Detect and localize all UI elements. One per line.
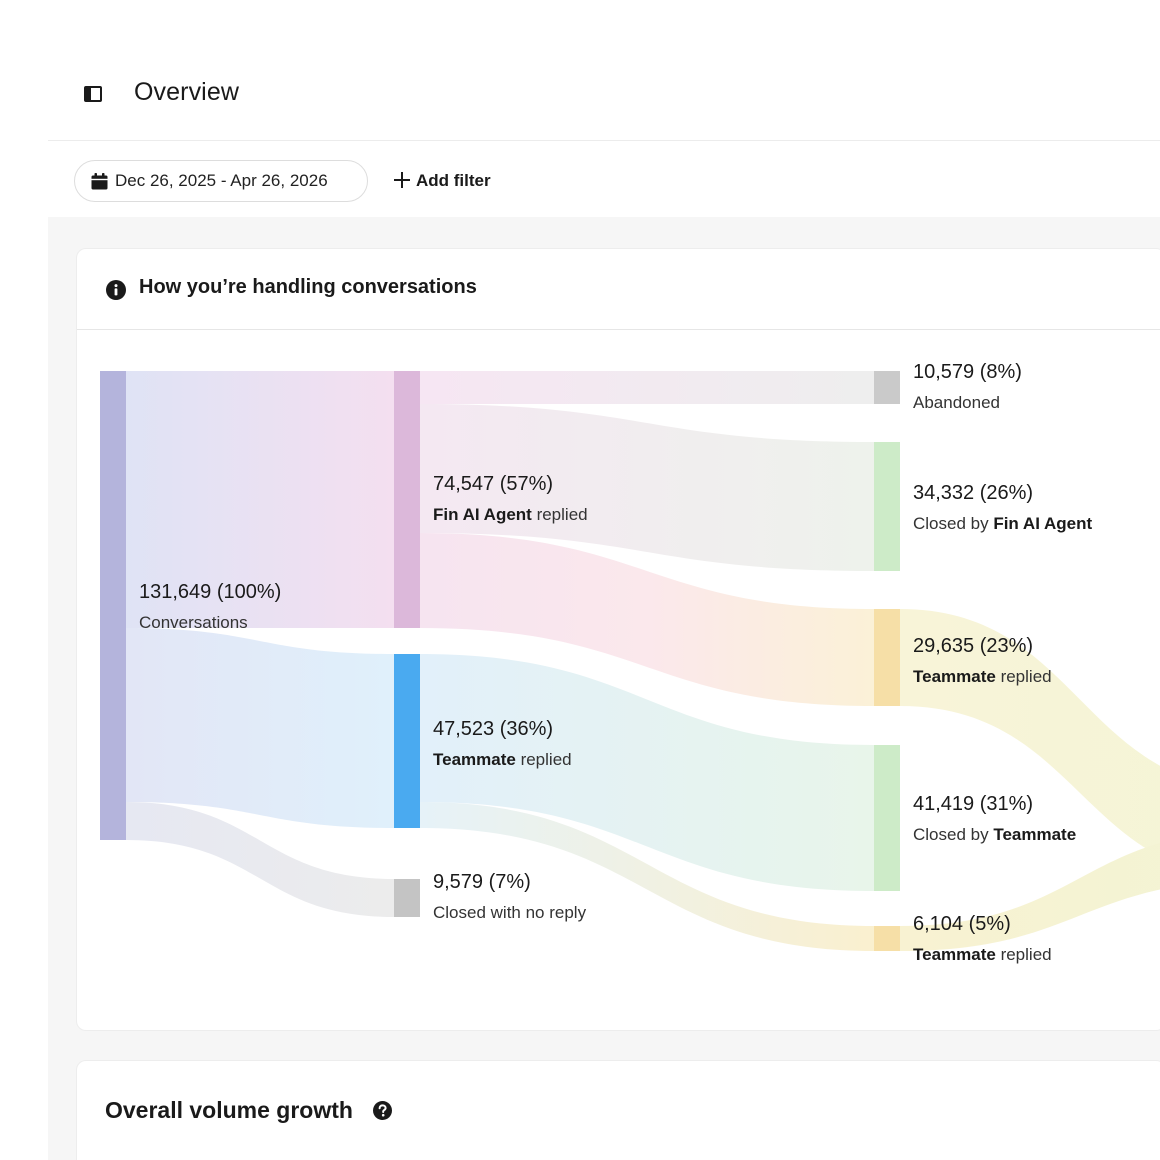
- node-description: Teammate replied: [433, 749, 572, 771]
- node-value: 29,635 (23%): [913, 635, 1034, 657]
- node-description-suffix: Closed with no reply: [433, 903, 587, 922]
- node-value: 47,523 (36%): [433, 718, 554, 740]
- sankey-label-teammate: 47,523 (36%) Teammate replied: [433, 717, 572, 771]
- calendar-icon: [91, 172, 108, 190]
- page-title: Overview: [134, 78, 239, 106]
- node-value: 131,649 (100%): [139, 581, 282, 603]
- node-description-bold: Teammate: [993, 825, 1077, 844]
- node-value: 41,419 (31%): [913, 793, 1034, 815]
- node-description: Closed with no reply: [433, 902, 586, 924]
- node-description-suffix: Conversations: [139, 613, 248, 632]
- date-range-picker[interactable]: Dec 26, 2025 - Apr 26, 2026: [74, 160, 368, 202]
- sankey-node-conversations[interactable]: [100, 371, 126, 840]
- sankey-label-closed_teammate: 41,419 (31%) Closed by Teammate: [913, 792, 1076, 846]
- node-description: Abandoned: [913, 392, 1022, 414]
- add-filter-button[interactable]: Add filter: [394, 168, 491, 194]
- sankey-label-fin: 74,547 (57%) Fin AI Agent replied: [433, 472, 588, 526]
- node-description-bold: Fin AI Agent: [993, 514, 1093, 533]
- sankey-node-fin[interactable]: [394, 371, 420, 628]
- sankey-node-abandoned[interactable]: [874, 371, 900, 404]
- node-description: Closed by Fin AI Agent: [913, 513, 1092, 535]
- node-value: 10,579 (8%): [913, 361, 1022, 383]
- node-description: Closed by Teammate: [913, 824, 1076, 846]
- page-header: Overview: [0, 0, 1160, 140]
- sankey-label-closed_fin: 34,332 (26%) Closed by Fin AI Agent: [913, 481, 1092, 535]
- volume-growth-title: Overall volume growth: [105, 1097, 353, 1123]
- node-description-prefix: Closed by: [913, 514, 994, 533]
- header-divider: [48, 140, 1160, 141]
- sankey-label-conversations: 131,649 (100%) Conversations: [139, 580, 281, 634]
- node-description-bold: Fin AI Agent: [433, 505, 532, 524]
- node-description-suffix: replied: [995, 667, 1052, 686]
- sankey-node-closed_teammate[interactable]: [874, 745, 900, 891]
- node-description: Conversations: [139, 612, 281, 634]
- node-description-prefix: Closed by: [913, 825, 994, 844]
- node-description: Teammate replied: [913, 944, 1052, 966]
- node-value: 34,332 (26%): [913, 482, 1034, 504]
- add-filter-label: Add filter: [416, 171, 491, 190]
- node-description-suffix: Abandoned: [913, 393, 1000, 412]
- sankey-node-teammate_to_teammate[interactable]: [874, 926, 900, 951]
- sankey-label-teammate_to_teammate: 6,104 (5%) Teammate replied: [913, 912, 1052, 966]
- card-header: How you’re handling conversations: [77, 249, 1160, 330]
- node-value: 74,547 (57%): [433, 473, 554, 495]
- sankey-node-noreply[interactable]: [394, 879, 420, 917]
- sankey-label-abandoned: 10,579 (8%) Abandoned: [913, 360, 1022, 414]
- sidebar-toggle-icon[interactable]: [84, 86, 102, 102]
- node-description-bold: Teammate: [913, 667, 996, 686]
- card-title: How you’re handling conversations: [139, 276, 477, 298]
- sankey-node-fin_to_teammate[interactable]: [874, 609, 900, 706]
- help-icon[interactable]: [373, 1101, 392, 1120]
- sankey-label-fin_to_teammate: 29,635 (23%) Teammate replied: [913, 634, 1052, 688]
- sankey-node-teammate[interactable]: [394, 654, 420, 828]
- node-description: Teammate replied: [913, 666, 1052, 688]
- node-value: 6,104 (5%): [913, 913, 1011, 935]
- node-description-suffix: replied: [995, 945, 1052, 964]
- node-value: 9,579 (7%): [433, 871, 531, 893]
- node-description-bold: Teammate: [433, 750, 516, 769]
- sankey-label-noreply: 9,579 (7%) Closed with no reply: [433, 870, 586, 924]
- node-description-suffix: replied: [531, 505, 588, 524]
- volume-growth-card: Overall volume growth: [76, 1060, 1160, 1160]
- node-description: Fin AI Agent replied: [433, 504, 588, 526]
- node-description-suffix: replied: [515, 750, 572, 769]
- date-range-label: Dec 26, 2025 - Apr 26, 2026: [115, 171, 328, 190]
- info-icon[interactable]: [106, 280, 126, 300]
- node-description-bold: Teammate: [913, 945, 996, 964]
- plus-icon: [394, 170, 410, 192]
- sankey-node-closed_fin[interactable]: [874, 442, 900, 571]
